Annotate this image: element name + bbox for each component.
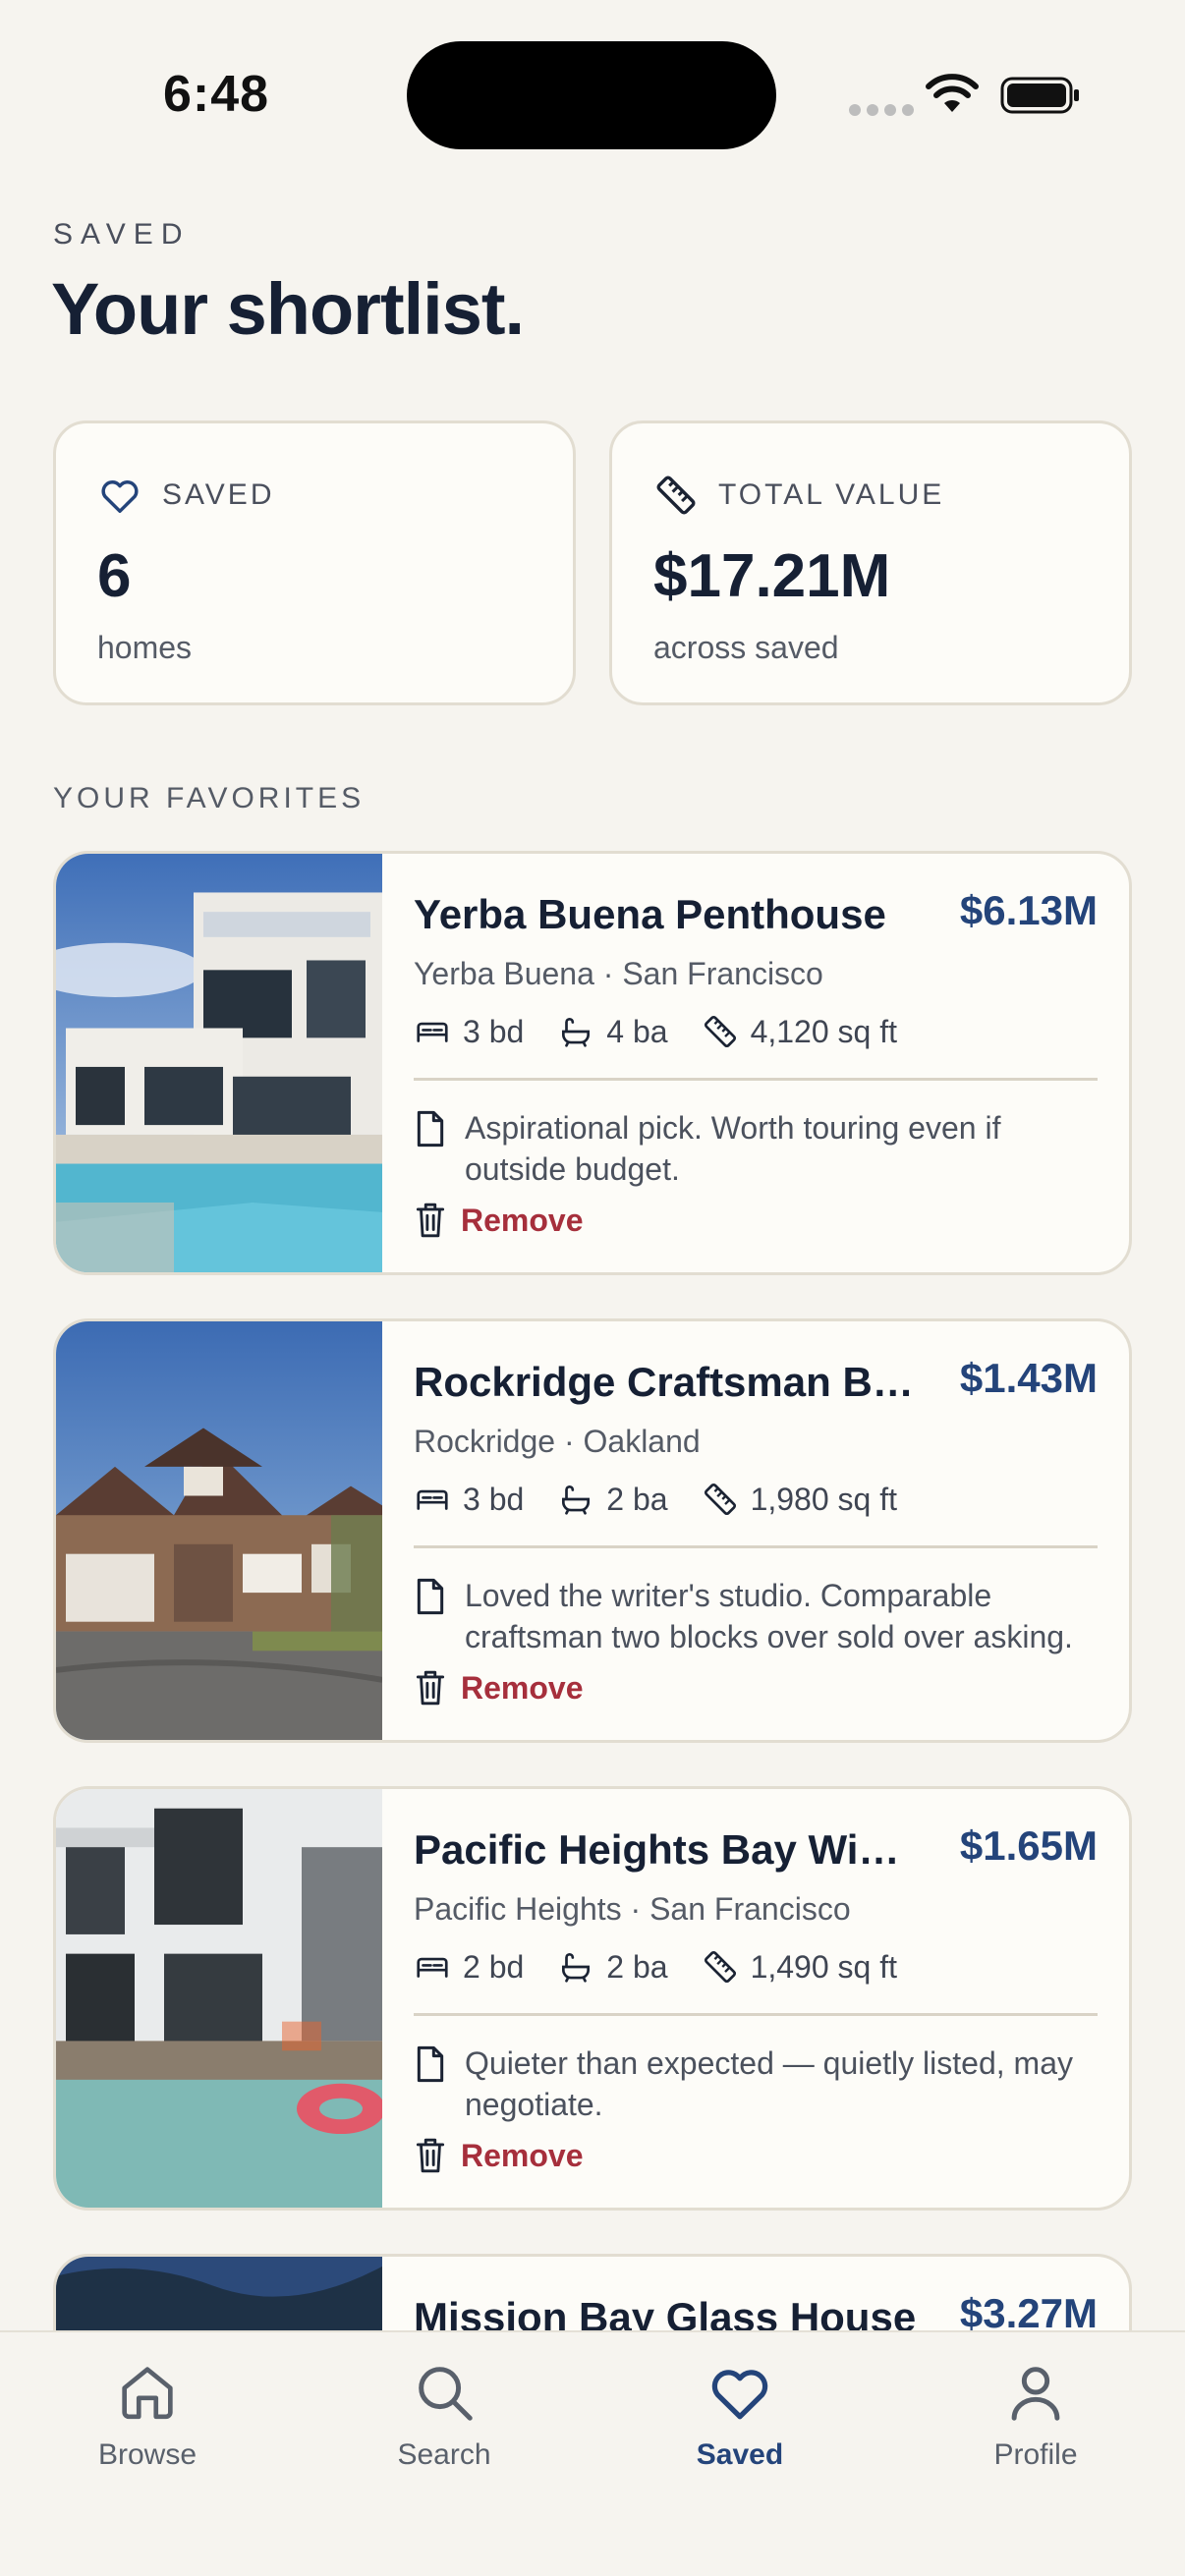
listing-specs: 3 bd 2 ba 1,980 sq ft bbox=[414, 1481, 897, 1518]
listing-photo bbox=[56, 1321, 382, 1740]
listing-baths: 2 ba bbox=[606, 1948, 668, 1985]
listing-specs: 3 bd 4 ba 4,120 sq ft bbox=[414, 1013, 897, 1050]
ruler-icon bbox=[704, 1015, 736, 1048]
listing-card[interactable]: Yerba Buena Penthouse $6.13M Yerba Buena… bbox=[53, 851, 1132, 1275]
person-icon bbox=[1011, 2367, 1060, 2421]
divider bbox=[414, 2013, 1098, 2016]
listing-sqft: 1,980 sq ft bbox=[750, 1481, 897, 1517]
tab-label: Saved bbox=[696, 2438, 784, 2471]
listing-note: Loved the writer's studio. Comparable cr… bbox=[414, 1575, 1078, 1657]
listing-location: Pacific Heights · San Francisco bbox=[414, 1891, 851, 1927]
listing-price: $1.65M bbox=[959, 1822, 1098, 1869]
bath-icon bbox=[562, 1485, 591, 1515]
listing-price: $1.43M bbox=[959, 1355, 1098, 1401]
remove-label: Remove bbox=[461, 1202, 584, 1238]
listing-card[interactable]: Pacific Heights Bay Window $1.65M Pacifi… bbox=[53, 1786, 1132, 2211]
tab-search[interactable]: Search bbox=[336, 2358, 552, 2472]
search-icon bbox=[419, 2367, 473, 2421]
listing-note: Aspirational pick. Worth touring even if… bbox=[414, 1107, 1078, 1190]
dynamic-island bbox=[407, 41, 776, 149]
tab-browse[interactable]: Browse bbox=[39, 2358, 255, 2472]
trash-icon bbox=[416, 1670, 445, 1706]
listing-location: Rockridge · Oakland bbox=[414, 1424, 701, 1459]
ruler-icon bbox=[704, 1950, 736, 1984]
stat-subtitle: homes bbox=[97, 630, 193, 665]
listing-price: $6.13M bbox=[959, 887, 1098, 933]
note-icon bbox=[417, 1110, 444, 1148]
bed-icon bbox=[417, 1957, 448, 1978]
divider bbox=[414, 1545, 1098, 1548]
status-time: 6:48 bbox=[163, 66, 270, 123]
favorites-section-label: YOUR FAVORITES bbox=[53, 782, 366, 814]
listing-baths: 2 ba bbox=[606, 1481, 668, 1517]
listing-note: Quieter than expected — quietly listed, … bbox=[414, 2043, 1078, 2125]
listing-sqft: 1,490 sq ft bbox=[750, 1948, 897, 1985]
tab-saved[interactable]: Saved bbox=[632, 2358, 848, 2472]
total-value-card: TOTAL VALUE $17.21M across saved bbox=[609, 420, 1132, 705]
listing-note-text: Aspirational pick. Worth touring even if… bbox=[465, 1110, 1001, 1187]
listing-location: Yerba Buena · San Francisco bbox=[414, 956, 823, 991]
trash-icon bbox=[416, 2138, 445, 2173]
listing-sqft: 4,120 sq ft bbox=[750, 1013, 897, 1049]
stat-label: SAVED bbox=[162, 478, 275, 511]
remove-label: Remove bbox=[461, 2137, 584, 2173]
note-icon bbox=[417, 2045, 444, 2083]
ruler-icon bbox=[704, 1483, 736, 1516]
heart-icon bbox=[711, 2370, 768, 2420]
remove-button[interactable]: Remove bbox=[414, 1669, 584, 1707]
listing-note-text: Loved the writer's studio. Comparable cr… bbox=[465, 1578, 1073, 1654]
bath-icon bbox=[562, 1953, 591, 1983]
tab-label: Search bbox=[397, 2438, 491, 2471]
page-eyebrow: SAVED bbox=[53, 218, 191, 251]
tab-profile[interactable]: Profile bbox=[928, 2358, 1144, 2472]
remove-button[interactable]: Remove bbox=[414, 2137, 584, 2174]
note-icon bbox=[417, 1578, 444, 1615]
trash-icon bbox=[416, 1203, 445, 1238]
page-title: Your shortlist. bbox=[51, 268, 525, 350]
listing-photo bbox=[56, 1789, 382, 2208]
listing-card[interactable]: Rockridge Craftsman Bungalow $1.43M Rock… bbox=[53, 1318, 1132, 1743]
listing-name: Rockridge Craftsman Bungalow bbox=[414, 1359, 925, 1405]
listing-name: Yerba Buena Penthouse bbox=[414, 891, 886, 937]
remove-button[interactable]: Remove bbox=[414, 1202, 584, 1239]
battery-icon bbox=[1000, 77, 1079, 114]
ruler-icon bbox=[656, 476, 696, 515]
listing-beds: 3 bd bbox=[463, 1481, 525, 1517]
listing-beds: 3 bd bbox=[463, 1013, 525, 1049]
remove-label: Remove bbox=[461, 1669, 584, 1706]
bath-icon bbox=[562, 1018, 591, 1047]
listing-name: Pacific Heights Bay Window bbox=[414, 1826, 925, 1873]
bed-icon bbox=[417, 1022, 448, 1042]
stat-value: 6 bbox=[97, 542, 132, 610]
listing-photo bbox=[56, 854, 382, 1272]
stat-label: TOTAL VALUE bbox=[718, 478, 945, 511]
listing-note-text: Quieter than expected — quietly listed, … bbox=[465, 2045, 1073, 2122]
saved-count-card: SAVED 6 homes bbox=[53, 420, 576, 705]
status-bar: 6:48 bbox=[0, 0, 1185, 187]
divider bbox=[414, 1078, 1098, 1081]
bottom-tab-bar: Browse Search Saved Profile bbox=[0, 2330, 1185, 2576]
tab-label: Browse bbox=[97, 2438, 198, 2471]
stat-subtitle: across saved bbox=[653, 630, 839, 665]
listing-specs: 2 bd 2 ba 1,490 sq ft bbox=[414, 1948, 897, 1986]
listing-baths: 4 ba bbox=[606, 1013, 668, 1049]
tab-label: Profile bbox=[993, 2438, 1078, 2471]
cellular-signal-icon bbox=[849, 104, 914, 116]
listing-beds: 2 bd bbox=[463, 1948, 525, 1985]
bed-icon bbox=[417, 1489, 448, 1510]
wifi-icon bbox=[926, 74, 979, 112]
stat-value: $17.21M bbox=[653, 542, 891, 610]
home-icon bbox=[122, 2367, 173, 2420]
heart-icon bbox=[101, 480, 139, 514]
